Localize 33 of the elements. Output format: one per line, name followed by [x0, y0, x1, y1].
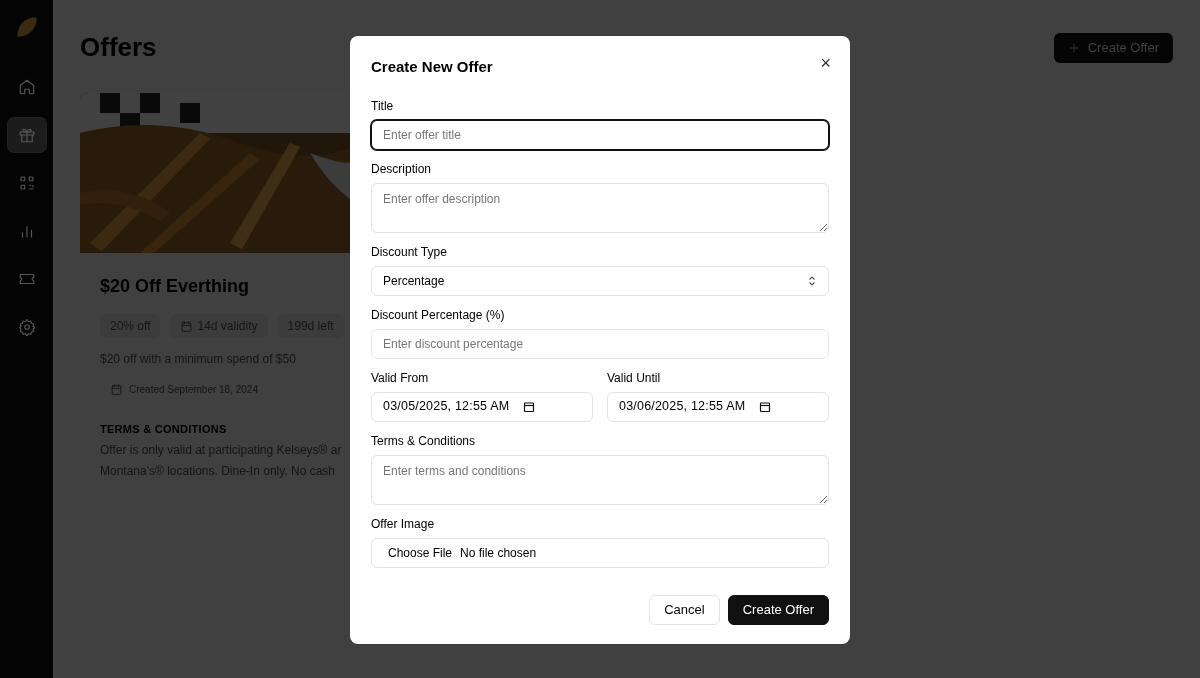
select-field[interactable]: Percentage	[371, 265, 829, 296]
cancel-button[interactable]: Cancel	[649, 594, 720, 625]
create-offer-button[interactable]: Create Offer	[727, 594, 829, 625]
settings-icon	[17, 318, 36, 336]
close-button[interactable]: ×	[820, 54, 831, 72]
field-label: Discount Percentage (%)	[371, 306, 506, 324]
gift-icon	[17, 126, 36, 144]
home-icon	[17, 78, 36, 96]
calendar-icon	[180, 319, 194, 333]
input-field[interactable]: Enter offer title	[371, 119, 829, 150]
calendar-icon	[759, 400, 772, 413]
field-label: Offer Image	[371, 515, 436, 533]
plus-icon	[1067, 41, 1080, 54]
offer-title: $20 Off Everthing	[100, 275, 251, 298]
field-label: Valid Until	[607, 369, 662, 387]
chevron-up-down-icon	[807, 274, 817, 287]
calendar-icon	[110, 383, 123, 396]
dialog-title: Create New Offer	[371, 57, 493, 77]
terms-heading: TERMS & CONDITIONS	[100, 422, 228, 437]
calendar-icon	[523, 400, 536, 413]
field-label: Valid From	[371, 369, 430, 387]
field-label: Title	[371, 97, 395, 115]
file-input[interactable]: Choose File No file chosen	[371, 537, 829, 568]
text-area[interactable]: Enter terms and conditions	[371, 454, 829, 505]
date-time-field[interactable]: 03/06/2025, 12:55 AM	[607, 391, 829, 422]
date-time-field[interactable]: 03/05/2025, 12:55 AM	[371, 391, 593, 422]
field-label: Terms & Conditions	[371, 432, 477, 450]
page-title: Offers	[80, 31, 157, 64]
qr-code-icon	[17, 174, 36, 192]
field-label: Discount Type	[371, 243, 448, 261]
text-area[interactable]: Enter offer description	[371, 182, 829, 233]
field-label: Description	[371, 160, 433, 178]
sidebar-item[interactable]	[7, 118, 46, 152]
